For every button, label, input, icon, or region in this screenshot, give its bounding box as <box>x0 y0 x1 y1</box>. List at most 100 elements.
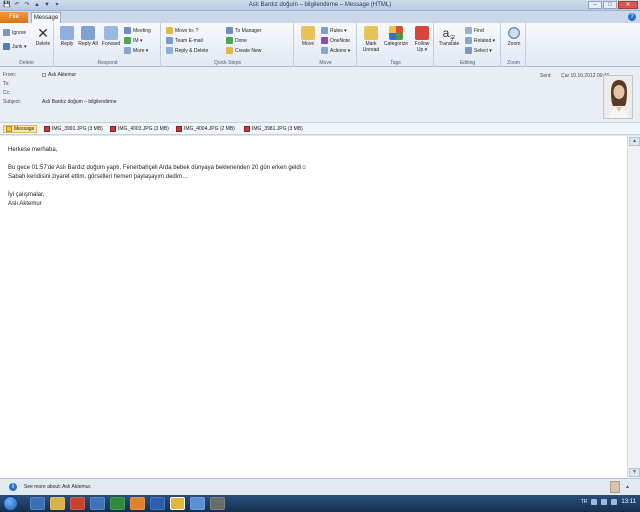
sent-label: Sent: <box>540 73 552 79</box>
body-line-1: Bu gece 01:57'de Aslı Bardız doğum yaptı… <box>8 165 308 171</box>
windows-taskbar: TR 13:11 <box>0 495 640 512</box>
delete-button[interactable]: ✕ Delete <box>34 26 52 47</box>
body-line-2: Sabah kendisini ziyaret ettim, görseller… <box>8 174 189 180</box>
vertical-scrollbar[interactable]: ▲ ▼ <box>627 136 640 478</box>
ribbon-group-editing: a字 Translate Find Related ▾ Select ▾ Edi… <box>435 23 501 67</box>
body-closing: İyi çalışmalar, <box>8 192 45 198</box>
help-icon[interactable]: ? <box>628 13 636 21</box>
translate-button[interactable]: a字 Translate <box>437 26 461 47</box>
attachment-item[interactable]: IMG_4004.JPG (2 MB) <box>176 125 235 133</box>
ignore-icon <box>3 29 10 36</box>
reply-button[interactable]: Reply <box>58 26 76 47</box>
ribbon-tabs: File Message ? <box>0 11 640 23</box>
quickstep-create-new[interactable]: Create New <box>226 47 261 54</box>
image-file-icon <box>110 126 116 132</box>
taskbar-word-icon[interactable] <box>150 497 165 510</box>
ribbon-group-tags: Mark Unread Categorize Follow Up ▾ Tags <box>358 23 434 67</box>
scroll-up-icon[interactable]: ▲ <box>629 137 640 146</box>
taskbar-powerpoint-icon[interactable] <box>70 497 85 510</box>
subject-label: Subject: <box>3 99 22 105</box>
delete-x-icon: ✕ <box>37 25 49 41</box>
tab-file[interactable]: File <box>0 12 28 23</box>
envelope-icon <box>6 126 12 132</box>
taskbar-app-icon[interactable] <box>210 497 225 510</box>
quickstep-move-to[interactable]: Move to: ? <box>166 27 198 34</box>
categorize-button[interactable]: Categorize <box>382 26 410 47</box>
onenote-button[interactable]: OneNote <box>321 37 350 44</box>
attachment-item[interactable]: IMG_3991.JPG (3 MB) <box>44 125 103 133</box>
quickstep-team-email[interactable]: Team E-mail <box>166 37 203 44</box>
taskbar-excel-icon[interactable] <box>110 497 125 510</box>
taskbar-firefox-icon[interactable] <box>130 497 145 510</box>
scroll-down-icon[interactable]: ▼ <box>629 468 640 477</box>
junk-button[interactable]: Junk ▾ <box>3 43 26 50</box>
reply-all-button[interactable]: Reply All <box>78 26 98 47</box>
system-tray: TR 13:11 <box>581 499 636 505</box>
cc-label: Cc: <box>3 90 11 96</box>
ribbon-group-move: Move Rules ▾ OneNote Actions ▾ Move <box>295 23 357 67</box>
presence-icon <box>42 73 46 77</box>
more-button[interactable]: More ▾ <box>124 47 148 54</box>
ribbon: Ignore Junk ▾ ✕ Delete Delete Reply Repl… <box>0 23 640 67</box>
attachment-item[interactable]: IMG_3981.JPG (3 MB) <box>244 125 303 133</box>
taskbar-outlook-icon[interactable] <box>170 497 185 510</box>
categorize-icon <box>389 26 403 40</box>
quickstep-to-manager[interactable]: To Manager <box>226 27 261 34</box>
envelope-icon <box>364 26 378 40</box>
tab-message[interactable]: Message <box>31 12 61 23</box>
taskbar-app-icon[interactable] <box>190 497 205 510</box>
im-button[interactable]: IM ▾ <box>124 37 142 44</box>
from-value: Aslı Aktemur <box>48 72 77 78</box>
message-body[interactable]: Herkese merhaba, Bu gece 01:57'de Aslı B… <box>0 136 627 478</box>
tray-icon[interactable] <box>591 499 598 505</box>
move-button[interactable]: Move <box>298 26 318 47</box>
taskbar-ie-icon[interactable] <box>30 497 45 510</box>
taskbar-explorer-icon[interactable] <box>50 497 65 510</box>
forward-button[interactable]: Forward <box>100 26 122 47</box>
maximize-button[interactable]: □ <box>603 1 617 9</box>
actions-button[interactable]: Actions ▾ <box>321 47 350 54</box>
junk-icon <box>3 43 10 50</box>
related-button[interactable]: Related ▾ <box>465 37 495 44</box>
network-icon[interactable] <box>601 499 608 505</box>
volume-icon[interactable] <box>611 499 618 505</box>
translate-icon: a字 <box>442 26 456 43</box>
find-button[interactable]: Find <box>465 27 484 34</box>
body-greeting: Herkese merhaba, <box>8 147 58 153</box>
follow-up-button[interactable]: Follow Up ▾ <box>411 26 433 53</box>
ignore-button[interactable]: Ignore <box>3 29 26 36</box>
mark-unread-button[interactable]: Mark Unread <box>360 26 382 53</box>
people-avatar[interactable] <box>610 481 620 493</box>
clock[interactable]: 13:11 <box>621 499 636 505</box>
from-field[interactable]: Aslı Aktemur <box>42 72 76 78</box>
meeting-button[interactable]: Meeting <box>124 27 151 34</box>
group-label-editing: Editing <box>459 60 476 66</box>
quickstep-reply-delete[interactable]: Reply & Delete <box>166 47 208 54</box>
image-file-icon <box>244 126 250 132</box>
message-header: From: Aslı Aktemur To: Cc: Subject: Aslı… <box>0 67 640 123</box>
see-more-link[interactable]: See more about: Aslı Aktemur. <box>24 484 91 490</box>
im-icon <box>124 37 131 44</box>
attachment-message-tab[interactable]: Message <box>3 125 38 133</box>
language-indicator[interactable]: TR <box>581 499 588 505</box>
group-label-respond: Respond <box>97 60 118 66</box>
related-icon <box>465 37 472 44</box>
info-icon: i <box>9 483 17 491</box>
group-label-quick-steps: Quick Steps <box>214 60 241 66</box>
rules-button[interactable]: Rules ▾ <box>321 27 347 34</box>
group-label-tags: Tags <box>390 60 401 66</box>
flag-icon <box>415 26 429 40</box>
attachment-item[interactable]: IMG_4003.JPG (3 MB) <box>110 125 169 133</box>
quickstep-done[interactable]: Done <box>226 37 247 44</box>
select-button[interactable]: Select ▾ <box>465 47 492 54</box>
start-button[interactable] <box>3 496 18 511</box>
close-button[interactable]: ✕ <box>618 1 638 9</box>
zoom-button[interactable]: Zoom <box>504 26 524 47</box>
expand-pane-icon[interactable]: ▴ <box>626 483 629 490</box>
window-title: Aslı Bardız doğum – bilgilendirme – Mess… <box>248 2 392 8</box>
to-manager-icon <box>226 27 233 34</box>
actions-icon <box>321 47 328 54</box>
taskbar-app-icon[interactable] <box>90 497 105 510</box>
minimize-button[interactable]: – <box>588 1 602 9</box>
window-controls: – □ ✕ <box>588 1 638 9</box>
